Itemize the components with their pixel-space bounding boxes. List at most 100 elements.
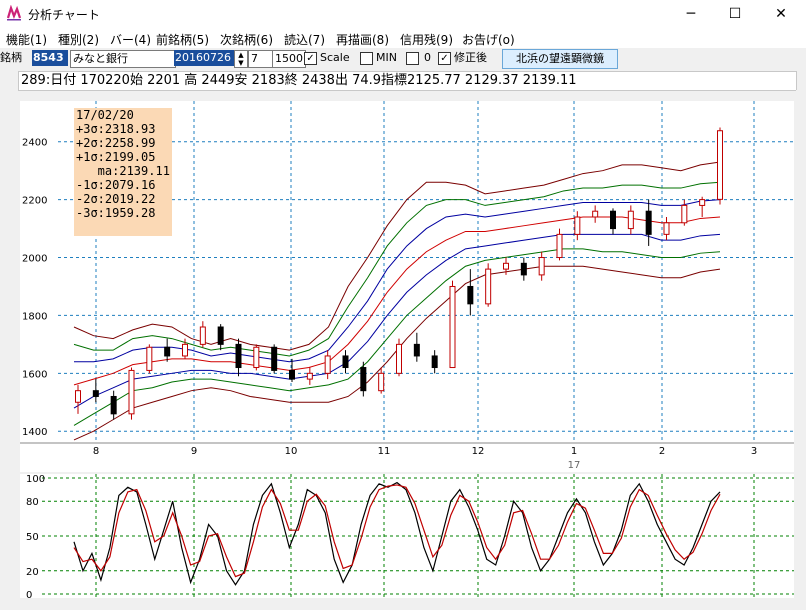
stock-code-field[interactable]: 8543 (32, 50, 68, 66)
candle-body (217, 326, 224, 345)
candle-body (199, 326, 206, 345)
zero-checkbox[interactable] (406, 52, 419, 65)
sigma-plus3: +3σ:2318.93 (76, 122, 156, 136)
menu-redraw[interactable]: 再描画(8) (336, 31, 389, 48)
title-bar: 分析チャート ─ ☐ ✕ (0, 0, 806, 28)
sigma-date: 17/02/20 (76, 108, 134, 122)
date-spinner[interactable]: ▲ ▼ (234, 50, 248, 68)
menu-prev-stock[interactable]: 前銘柄(5) (156, 31, 209, 48)
candle-body (75, 390, 81, 403)
date-axis-strip: 8 9 10 11 12 1 2 3 17 (20, 442, 794, 472)
x-tick-label: 10 (285, 446, 298, 457)
osc-y-tick-label: 50 (26, 532, 39, 543)
candle-body (182, 343, 188, 357)
osc-y-tick-label: 20 (26, 567, 39, 578)
candle-body (378, 372, 385, 392)
band--2σ (73, 248, 721, 426)
menu-bar: 機能(1) 種別(2) バー(4) 前銘柄(5) 次銘柄(6) 読込(7) 再描… (0, 28, 806, 48)
candle-body (520, 262, 527, 276)
period-field[interactable]: 7 (248, 50, 274, 68)
y-tick-label: 2400 (22, 138, 47, 149)
candle-body (306, 372, 313, 380)
close-button[interactable]: ✕ (758, 0, 804, 28)
candle-body (271, 346, 278, 371)
candle-body (128, 369, 135, 415)
candle-body (342, 355, 349, 369)
candle-body (574, 216, 581, 235)
right-scroll-edge (796, 90, 806, 600)
adjust-label: 修正後 (454, 51, 487, 64)
menu-next-stock[interactable]: 次銘柄(6) (220, 31, 273, 48)
candle-body (485, 268, 492, 305)
osc-y-tick-label: 80 (26, 497, 39, 508)
candle-body (681, 204, 688, 224)
telescope-button[interactable]: 北浜の望遠顕微鏡 (502, 49, 618, 69)
y-tick-label: 2000 (22, 254, 47, 265)
candle-body (645, 210, 652, 235)
x-tick-label: 11 (378, 446, 391, 457)
candle-body (663, 222, 670, 235)
candle-body (146, 346, 153, 371)
menu-load[interactable]: 読込(7) (284, 31, 325, 48)
candle-body (538, 257, 545, 276)
candle-body (556, 233, 563, 259)
sigma-plus2: +2σ:2258.99 (76, 136, 156, 150)
sigma-minus1: -1σ:2079.16 (76, 178, 156, 192)
maximize-button[interactable]: ☐ (712, 0, 758, 28)
toolbar: 銘柄 8543 みなと銀行 20160726 ▲ ▼ 7 1500 ✓ Scale… (0, 48, 806, 70)
min-checkbox[interactable] (360, 52, 373, 65)
app-icon (6, 5, 22, 21)
y-tick-label: 1800 (22, 311, 47, 322)
y-tick-label: 2200 (22, 196, 47, 207)
candle-body (610, 210, 616, 230)
candle-body (235, 343, 242, 369)
min-label: MIN (376, 51, 397, 64)
oscillator-chart: 0 20 50 80 100 (26, 474, 794, 601)
x-tick-label: 3 (751, 446, 757, 457)
candle-body (413, 343, 420, 357)
menu-type[interactable]: 種別(2) (58, 31, 99, 48)
x-tick-label: 9 (191, 446, 197, 457)
candle-body (449, 285, 456, 369)
candle-body (92, 390, 99, 397)
scale-label: Scale (320, 51, 350, 64)
x-tick-label: 12 (472, 446, 485, 457)
candle-body (324, 355, 331, 374)
candle-body (503, 262, 509, 270)
y-tick-label: 1600 (22, 369, 47, 380)
sigma-plus1: +1σ:2199.05 (76, 150, 156, 164)
menu-oracle[interactable]: お告げ(o) (462, 31, 515, 48)
candle-body (164, 346, 171, 357)
x-tick-label: 2 (659, 446, 665, 457)
candle-body (592, 210, 599, 218)
menu-margin[interactable]: 信用残(9) (400, 31, 453, 48)
candle-body (110, 395, 117, 415)
candle-body (396, 343, 402, 374)
candle-body (253, 346, 260, 369)
oscillator-panel[interactable]: 0 20 50 80 100 (20, 474, 794, 601)
date-axis: 8 9 10 11 12 1 2 317 (20, 442, 794, 471)
y-tick-label: 1400 (22, 427, 47, 438)
candle-body (360, 367, 367, 392)
candle-body (699, 199, 706, 206)
sigma-minus3: -3σ:1959.28 (76, 206, 156, 220)
osc-line-D (73, 484, 721, 578)
adjust-checkbox[interactable]: ✓ (438, 52, 451, 65)
count-field[interactable]: 1500 (272, 50, 306, 68)
minimize-button[interactable]: ─ (668, 0, 714, 28)
osc-y-tick-label: 0 (26, 590, 32, 598)
info-line: 289:日付 170220始 2201 高 2449安 2183終 2438出 … (18, 71, 797, 91)
sigma-ma: ma:2139.11 (76, 164, 170, 178)
date-field[interactable]: 20160726 (174, 50, 234, 66)
x-tick-label: 1 (571, 446, 577, 457)
sigma-legend: 17/02/20 +3σ:2318.93 +2σ:2258.99 +1σ:219… (74, 108, 172, 236)
candle-body (717, 130, 723, 200)
scale-checkbox[interactable]: ✓ (304, 52, 317, 65)
menu-function[interactable]: 機能(1) (6, 31, 47, 48)
candle-body (431, 355, 438, 369)
stock-name-field[interactable]: みなと銀行 (70, 50, 176, 68)
candle-body (467, 285, 474, 305)
year-label: 17 (568, 460, 581, 471)
window-title: 分析チャート (28, 8, 100, 22)
menu-bar-setting[interactable]: バー(4) (110, 31, 151, 48)
